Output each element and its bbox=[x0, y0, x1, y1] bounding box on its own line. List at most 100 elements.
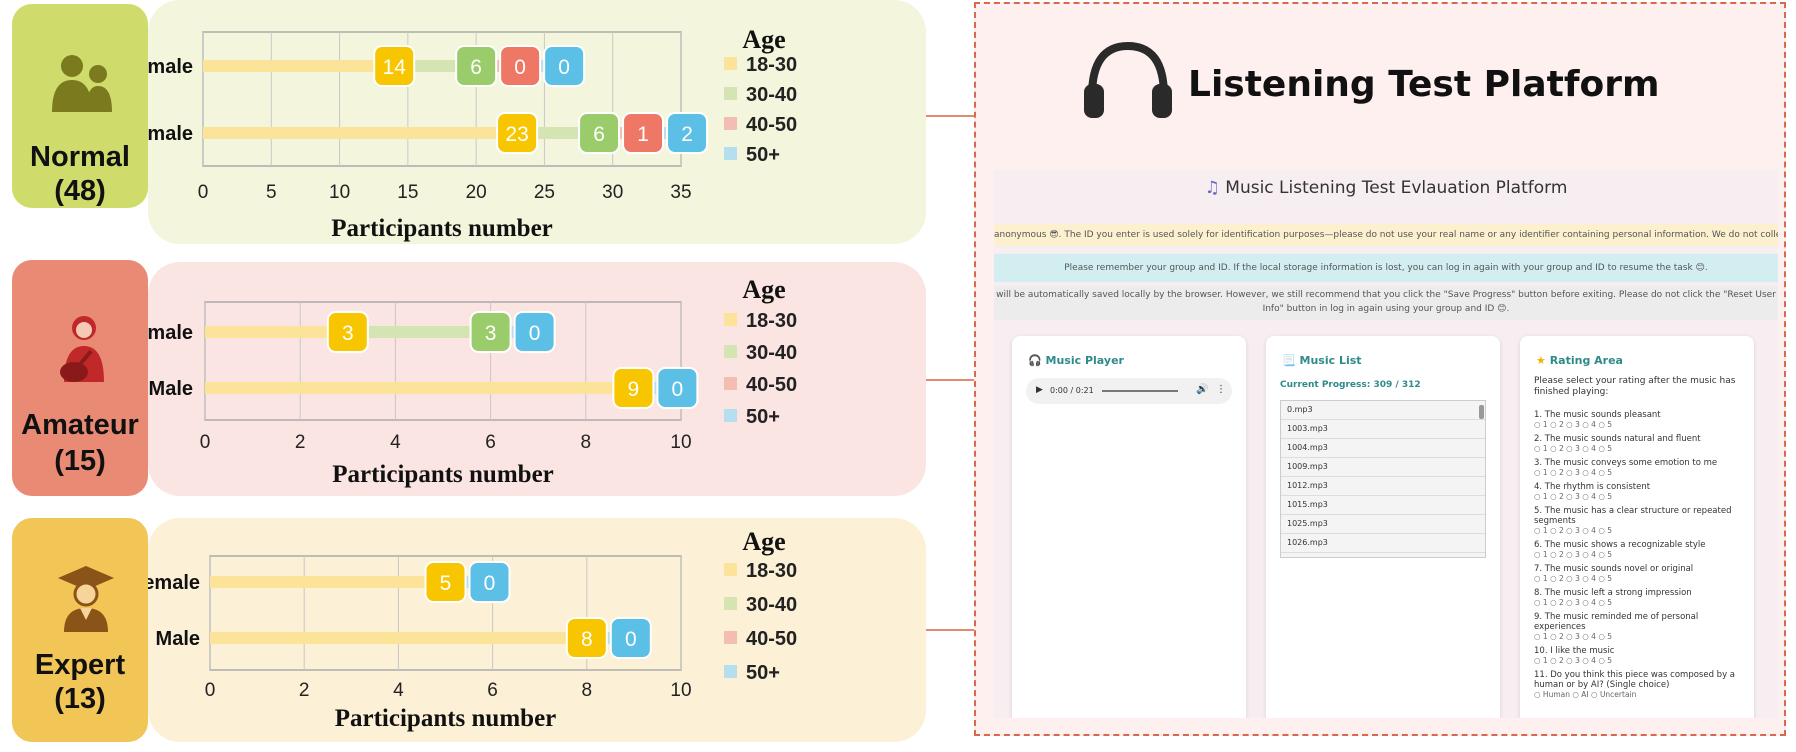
more-options-icon[interactable]: ⋮ bbox=[1216, 384, 1226, 395]
question-text: 6. The music shows a recognizable style bbox=[1534, 540, 1706, 550]
notice-remember-id: Please remember your group and ID. If th… bbox=[994, 254, 1778, 282]
connector-line bbox=[926, 115, 974, 117]
legend-title: Age bbox=[742, 527, 785, 556]
question-text: 7. The music sounds novel or original bbox=[1534, 564, 1694, 574]
rating-options[interactable]: ○ 1 ○ 2 ○ 3 ○ 4 ○ 5 bbox=[1534, 574, 1746, 584]
bar-segment bbox=[205, 326, 348, 338]
legend-swatch bbox=[724, 313, 737, 326]
rating-options[interactable]: ○ 1 ○ 2 ○ 3 ○ 4 ○ 5 bbox=[1534, 598, 1746, 608]
tick-label: 5 bbox=[266, 182, 277, 203]
rating-options[interactable]: ○ 1 ○ 2 ○ 3 ○ 4 ○ 5 bbox=[1534, 420, 1746, 430]
rating-options[interactable]: ○ 1 ○ 2 ○ 3 ○ 4 ○ 5 bbox=[1534, 550, 1746, 560]
music-list-title-text: Music List bbox=[1299, 354, 1362, 367]
list-item[interactable]: 1003.mp3 bbox=[1281, 420, 1485, 439]
group-name: Expert bbox=[34, 649, 126, 681]
row-label: female bbox=[148, 322, 193, 344]
legend-swatch bbox=[724, 563, 737, 576]
expert-chart: 0 2 4 6 8 10 Participants number female 5 0 Male 8 0… bbox=[137, 527, 798, 732]
rating-area-card: ★ Rating Area Please select your rating … bbox=[1520, 336, 1754, 718]
list-item[interactable]: 1025.mp3 bbox=[1281, 515, 1485, 534]
tick-label: 0 bbox=[205, 680, 216, 701]
list-item[interactable]: 1015.mp3 bbox=[1281, 496, 1485, 515]
rating-area-title: ★ Rating Area bbox=[1536, 354, 1623, 367]
group-label-expert: Expert (13) bbox=[12, 518, 148, 742]
list-item[interactable]: 1012.mp3 bbox=[1281, 477, 1485, 496]
tick-label: 6 bbox=[485, 432, 496, 453]
rating-options[interactable]: ○ 1 ○ 2 ○ 3 ○ 4 ○ 5 bbox=[1534, 526, 1746, 536]
value-label: 0 bbox=[514, 56, 526, 79]
music-listbox[interactable]: 0.mp3 1003.mp3 1004.mp3 1009.mp3 1012.mp… bbox=[1280, 400, 1486, 558]
legend-swatch bbox=[724, 117, 737, 130]
value-label: 0 bbox=[558, 56, 570, 79]
rating-intro: Please select your rating after the musi… bbox=[1534, 376, 1736, 397]
list-item[interactable]: 1026.mp3 bbox=[1281, 534, 1485, 553]
value-label: 8 bbox=[581, 628, 593, 651]
rating-options[interactable]: ○ 1 ○ 2 ○ 3 ○ 4 ○ 5 bbox=[1534, 656, 1746, 666]
value-label: 3 bbox=[342, 322, 354, 345]
legend-swatch bbox=[724, 87, 737, 100]
list-item[interactable]: 0.mp3 bbox=[1281, 401, 1485, 420]
value-label: 6 bbox=[593, 123, 605, 146]
play-icon[interactable]: ▶ bbox=[1036, 385, 1043, 395]
scrollbar[interactable] bbox=[1479, 405, 1484, 419]
question-text: 4. The rhythm is consistent bbox=[1534, 482, 1651, 492]
headphones-icon bbox=[1084, 41, 1172, 118]
legend-label: 50+ bbox=[746, 144, 780, 166]
question-list: 1. The music sounds pleasant ○ 1 ○ 2 ○ 3 … bbox=[1534, 410, 1746, 704]
people-icon bbox=[52, 55, 112, 112]
bar-segment bbox=[203, 60, 395, 72]
list-item[interactable]: 1004.mp3 bbox=[1281, 439, 1485, 458]
tick-label: 8 bbox=[582, 680, 593, 701]
value-label: 23 bbox=[505, 123, 528, 146]
music-player-title-text: Music Player bbox=[1045, 354, 1124, 367]
choice-options[interactable]: ○ Human ○ AI ○ Uncertain bbox=[1534, 690, 1746, 700]
rating-options[interactable]: ○ 1 ○ 2 ○ 3 ○ 4 ○ 5 bbox=[1534, 632, 1746, 642]
group-count: (13) bbox=[54, 683, 106, 715]
tick-label: 10 bbox=[670, 432, 691, 453]
star-icon: ★ bbox=[1536, 354, 1550, 367]
current-progress: Current Progress: 309 / 312 bbox=[1280, 380, 1421, 390]
tick-label: 4 bbox=[393, 680, 404, 701]
legend-title: Age bbox=[742, 275, 785, 304]
tick-label: 35 bbox=[670, 182, 691, 203]
audio-player[interactable]: ▶ 0:00 / 0:21 🔊 ⋮ bbox=[1026, 378, 1232, 404]
row-label: Male bbox=[149, 378, 193, 400]
notice-anonymous: anonymous 😎. The ID you enter is used so… bbox=[994, 224, 1778, 246]
value-label: 1 bbox=[637, 123, 649, 146]
legend-label: 30-40 bbox=[746, 342, 797, 364]
value-label: 0 bbox=[625, 628, 637, 651]
axis-title: Participants number bbox=[332, 461, 554, 488]
connector-line bbox=[926, 379, 974, 381]
value-label: 6 bbox=[470, 56, 482, 79]
graduate-icon bbox=[58, 566, 114, 632]
row-label: female bbox=[148, 56, 193, 78]
music-list-title: 📃 Music List bbox=[1282, 354, 1362, 367]
question-text: 8. The music left a strong impression bbox=[1534, 588, 1692, 598]
group-label-amateur: Amateur (15) bbox=[12, 260, 148, 496]
chart-panel-normal: 05101520253035Participants numberfemale1… bbox=[130, 0, 926, 244]
question-text: 9. The music reminded me of personal exp… bbox=[1534, 612, 1699, 632]
axis-title: Participants number bbox=[331, 215, 553, 242]
rating-options[interactable]: ○ 1 ○ 2 ○ 3 ○ 4 ○ 5 bbox=[1534, 492, 1746, 502]
seek-bar[interactable] bbox=[1102, 390, 1178, 392]
tick-label: 4 bbox=[390, 432, 401, 453]
bar-segment bbox=[210, 632, 587, 644]
connector-line bbox=[926, 629, 974, 631]
music-note-icon: ♫ bbox=[1204, 178, 1226, 198]
legend-swatch bbox=[724, 345, 737, 358]
legend-swatch bbox=[724, 665, 737, 678]
list-item[interactable]: 1009.mp3 bbox=[1281, 458, 1485, 477]
headphones-small-icon: 🎧 bbox=[1028, 354, 1046, 367]
question-text: 5. The music has a clear structure or re… bbox=[1534, 506, 1732, 526]
tick-label: 30 bbox=[602, 182, 623, 203]
bar-segment bbox=[347, 326, 491, 338]
tick-label: 2 bbox=[295, 432, 306, 453]
bar-segment bbox=[203, 127, 518, 139]
rating-options[interactable]: ○ 1 ○ 2 ○ 3 ○ 4 ○ 5 bbox=[1534, 468, 1746, 478]
tick-label: 6 bbox=[487, 680, 498, 701]
volume-icon[interactable]: 🔊 bbox=[1196, 384, 1208, 395]
group-label-normal: Normal (48) bbox=[12, 4, 148, 208]
chart-panel-amateur: 0 2 4 6 8 10 Participants number female 3 3 0 Male 9… bbox=[130, 262, 926, 496]
guitarist-icon bbox=[60, 316, 104, 382]
rating-options[interactable]: ○ 1 ○ 2 ○ 3 ○ 4 ○ 5 bbox=[1534, 444, 1746, 454]
